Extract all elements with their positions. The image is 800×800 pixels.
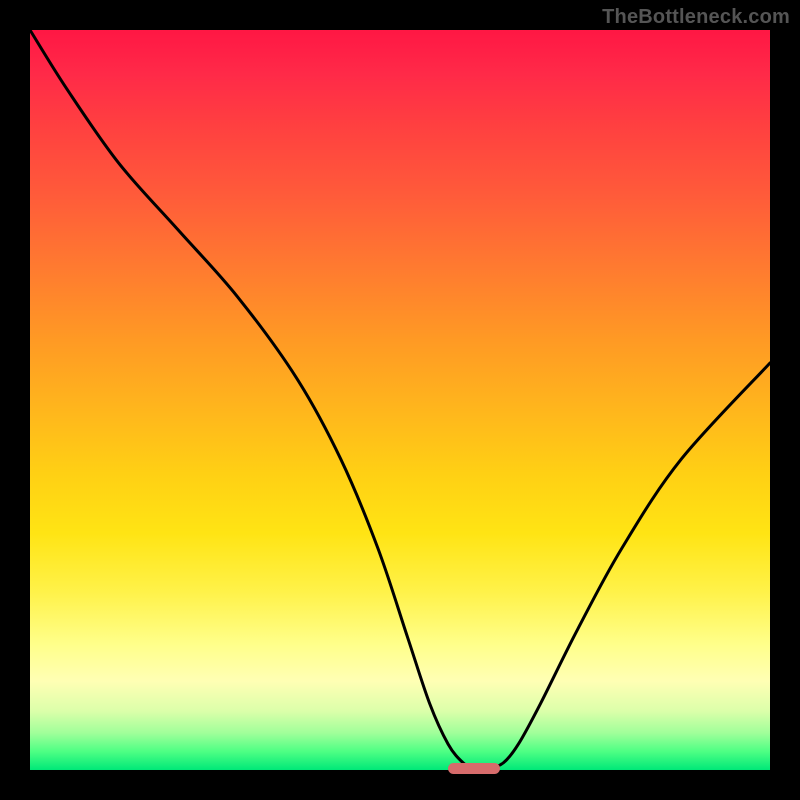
chart-frame: TheBottleneck.com — [0, 0, 800, 800]
watermark-text: TheBottleneck.com — [602, 6, 790, 29]
optimal-range-marker — [448, 763, 500, 774]
bottleneck-curve — [30, 30, 770, 770]
